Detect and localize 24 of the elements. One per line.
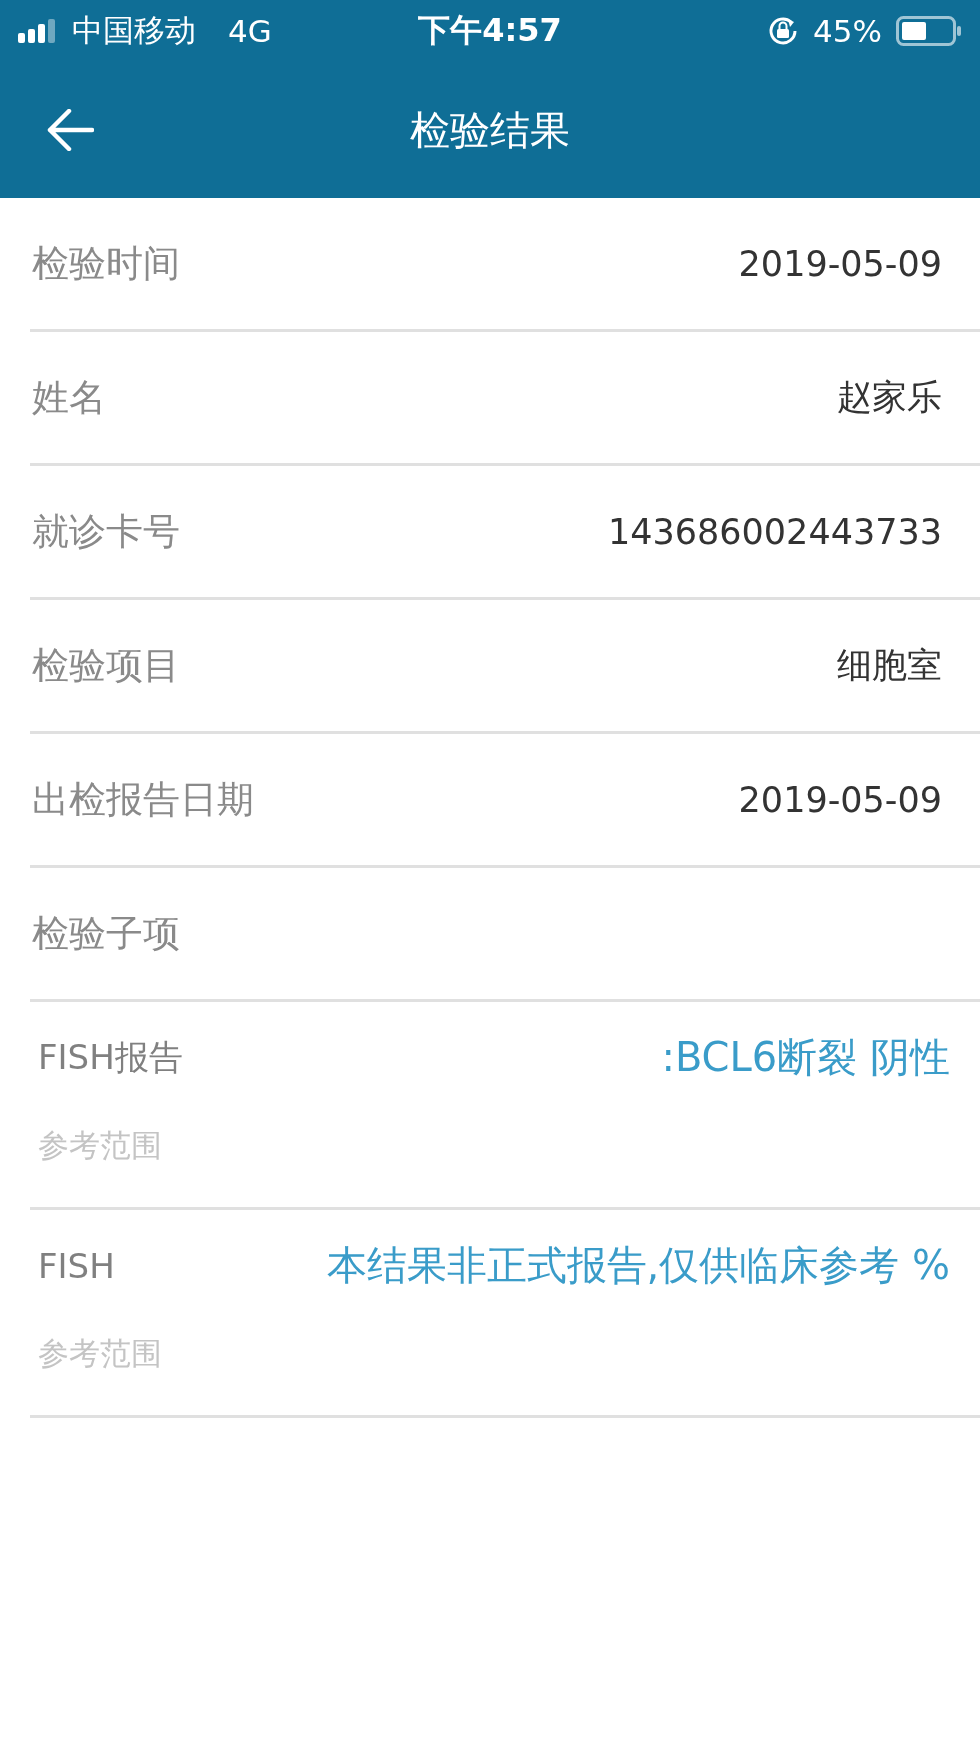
section-label: 检验子项 — [31, 910, 180, 957]
network-type: 4G — [228, 13, 272, 49]
sub-item-result: 本结果非正式报告,仅供临床参考 % — [326, 1241, 950, 1290]
back-arrow-icon[interactable] — [46, 109, 94, 151]
page-title: 检验结果 — [410, 106, 570, 153]
field-label: 出检报告日期 — [31, 776, 254, 823]
field-value: 细胞室 — [837, 644, 942, 687]
field-value: 赵家乐 — [837, 376, 942, 419]
field-value: 2019-05-09 — [738, 779, 942, 820]
sub-item-name: FISH报告 — [38, 1035, 183, 1079]
sub-item-name: FISH — [38, 1245, 115, 1286]
status-time: 下午4:57 — [418, 10, 562, 51]
reference-range-label: 参考范围 — [38, 1126, 163, 1165]
battery-percent: 45% — [813, 13, 882, 49]
field-value: 2019-05-09 — [738, 243, 942, 284]
field-label: 检验项目 — [31, 642, 180, 689]
field-label: 姓名 — [31, 374, 106, 421]
field-value: 143686002443733 — [607, 511, 942, 552]
field-label: 检验时间 — [31, 240, 180, 287]
battery-icon — [896, 16, 962, 46]
reference-range-label: 参考范围 — [38, 1334, 163, 1373]
field-label: 就诊卡号 — [31, 508, 180, 555]
carrier-name: 中国移动 — [72, 11, 196, 50]
sub-item-result: :BCL6断裂 阴性 — [661, 1033, 950, 1082]
